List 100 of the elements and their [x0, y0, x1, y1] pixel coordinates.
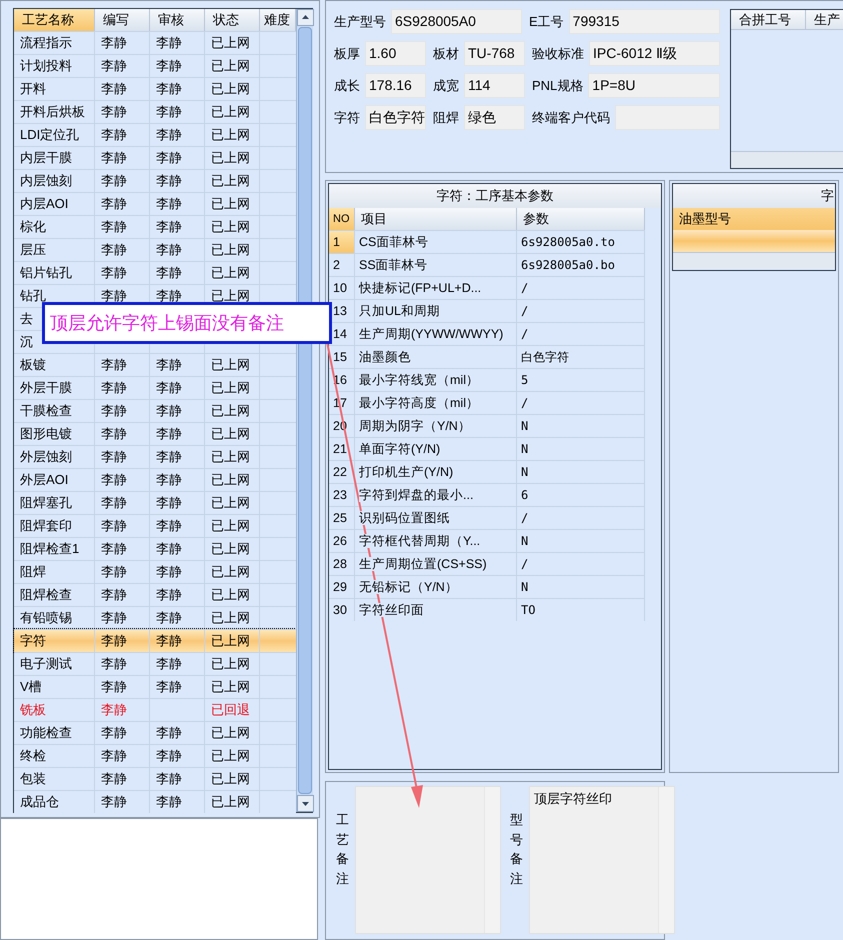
- field-label: E工号: [529, 12, 564, 31]
- table-row[interactable]: 29 无铅标记（Y/N） N: [329, 575, 645, 598]
- table-cell: 6s928005a0.bo: [517, 254, 645, 276]
- table-row[interactable]: 开料 李静 李静 已上网: [14, 77, 296, 100]
- column-header[interactable]: 合拼工号: [731, 10, 806, 29]
- table-row[interactable]: 包装 李静 李静 已上网: [14, 767, 296, 790]
- table-row[interactable]: 功能检查 李静 李静 已上网: [14, 721, 296, 744]
- table-row[interactable]: 阻焊检查1 李静 李静 已上网: [14, 537, 296, 560]
- table-cell: N: [517, 415, 645, 437]
- table-row[interactable]: 阻焊检查 李静 李静 已上网: [14, 583, 296, 606]
- column-header[interactable]: 审核: [150, 9, 205, 31]
- column-header[interactable]: 生产: [806, 10, 843, 29]
- table-row[interactable]: 内层干膜 李静 李静 已上网: [14, 146, 296, 169]
- table-cell: /: [517, 323, 645, 345]
- input-field[interactable]: 799315: [568, 9, 720, 34]
- table-row[interactable]: 17 最小字符高度（mil） /: [329, 391, 645, 414]
- table-cell: 5: [517, 369, 645, 391]
- table-row[interactable]: 1 CS面菲林号 6s928005a0.to: [329, 230, 645, 253]
- table-row[interactable]: 棕化 李静 李静 已上网: [14, 215, 296, 238]
- table-row[interactable]: 有铅喷锡 李静 李静 已上网: [14, 606, 296, 629]
- column-header[interactable]: 项目: [355, 208, 517, 230]
- table-row[interactable]: 铣板 李静 已回退: [14, 698, 296, 721]
- table-row[interactable]: 14 生产周期(YYWW/WWYY) /: [329, 322, 645, 345]
- table-cell: 生产周期(YYWW/WWYY): [359, 327, 504, 341]
- table-row[interactable]: 成品仓 李静 李静 已上网: [14, 790, 296, 813]
- input-field[interactable]: 178.16: [365, 73, 426, 98]
- table-cell: 字符到焊盘的最小...: [359, 488, 474, 502]
- table-row[interactable]: 计划投料 李静 李静 已上网: [14, 54, 296, 77]
- table-row[interactable]: 终检 李静 李静 已上网: [14, 744, 296, 767]
- column-header[interactable]: 状态: [205, 9, 260, 31]
- table-cell: 28: [329, 553, 355, 575]
- table-cell: 已上网: [205, 791, 260, 813]
- table-row[interactable]: 28 生产周期位置(CS+SS) /: [329, 552, 645, 575]
- table-cell: 23: [329, 484, 355, 506]
- table-cell: 6s928005a0.to: [517, 231, 645, 253]
- column-header[interactable]: 参数: [517, 208, 645, 230]
- table-row[interactable]: 图形电镀 李静 李静 已上网: [14, 422, 296, 445]
- table-row[interactable]: 2 SS面菲林号 6s928005a0.bo: [329, 253, 645, 276]
- table-row[interactable]: 阻焊塞孔 李静 李静 已上网: [14, 491, 296, 514]
- scrollbar[interactable]: [296, 9, 313, 812]
- column-header[interactable]: 工艺名称: [14, 9, 95, 31]
- table-row[interactable]: 23 字符到焊盘的最小... 6: [329, 483, 645, 506]
- table-row[interactable]: 铝片钻孔 李静 李静 已上网: [14, 261, 296, 284]
- scroll-down-icon[interactable]: [297, 795, 314, 812]
- horizontal-scrollbar[interactable]: [673, 252, 835, 269]
- column-header[interactable]: 油墨型号: [673, 208, 835, 230]
- table-row[interactable]: 层压 李静 李静 已上网: [14, 238, 296, 261]
- input-field[interactable]: 6S928005A0: [391, 9, 522, 34]
- input-field[interactable]: 114: [464, 73, 525, 98]
- input-field[interactable]: IPC-6012 Ⅱ级: [589, 41, 720, 66]
- table-cell: N: [517, 438, 645, 460]
- table-row[interactable]: 外层AOI 李静 李静 已上网: [14, 468, 296, 491]
- table-row[interactable]: 阻焊 李静 李静 已上网: [14, 560, 296, 583]
- notes-field[interactable]: 顶层字符丝印: [529, 786, 675, 934]
- table-row[interactable]: 25 识别码位置图纸 /: [329, 506, 645, 529]
- table-row[interactable]: 外层干膜 李静 李静 已上网: [14, 376, 296, 399]
- table-row[interactable]: [673, 230, 835, 252]
- table-row[interactable]: 板镀 李静 李静 已上网: [14, 353, 296, 376]
- table-row[interactable]: 流程指示 李静 李静 已上网: [14, 31, 296, 54]
- table-row[interactable]: 26 字符框代替周期（Y... N: [329, 529, 645, 552]
- input-field[interactable]: 1.60: [365, 41, 426, 66]
- table-cell: 2: [329, 254, 355, 276]
- field-label: 阻焊: [433, 108, 459, 127]
- table-cell: N: [517, 530, 645, 552]
- table-cell: 单面字符(Y/N): [359, 442, 440, 456]
- table-row[interactable]: V槽 李静 李静 已上网: [14, 675, 296, 698]
- column-header[interactable]: NO: [329, 208, 355, 230]
- table-row[interactable]: 10 快捷标记(FP+UL+D... /: [329, 276, 645, 299]
- table-row[interactable]: 开料后烘板 李静 李静 已上网: [14, 100, 296, 123]
- table-row[interactable]: LDI定位孔 李静 李静 已上网: [14, 123, 296, 146]
- table-cell: 快捷标记(FP+UL+D...: [359, 281, 482, 295]
- horizontal-scrollbar[interactable]: [731, 151, 843, 168]
- table-cell: /: [517, 277, 645, 299]
- table-cell: 1: [329, 231, 355, 253]
- column-header[interactable]: 难度: [260, 9, 296, 31]
- table-cell: N: [517, 576, 645, 598]
- input-field[interactable]: 绿色: [464, 105, 525, 130]
- table-row[interactable]: 内层蚀刻 李静 李静 已上网: [14, 169, 296, 192]
- table-row[interactable]: 干膜检查 李静 李静 已上网: [14, 399, 296, 422]
- column-header[interactable]: 编写: [95, 9, 150, 31]
- table-cell: 29: [329, 576, 355, 598]
- scroll-up-icon[interactable]: [297, 9, 314, 26]
- table-row[interactable]: 字符 李静 李静 已上网: [14, 629, 296, 652]
- table-row[interactable]: 21 单面字符(Y/N) N: [329, 437, 645, 460]
- input-field[interactable]: 白色字符: [365, 105, 426, 130]
- table-row[interactable]: 外层蚀刻 李静 李静 已上网: [14, 445, 296, 468]
- table-row[interactable]: 电子测试 李静 李静 已上网: [14, 652, 296, 675]
- table-row[interactable]: 内层AOI 李静 李静 已上网: [14, 192, 296, 215]
- table-cell: 油墨颜色: [359, 350, 411, 364]
- input-field[interactable]: TU-768: [464, 41, 525, 66]
- table-row[interactable]: 15 油墨颜色 白色字符: [329, 345, 645, 368]
- table-row[interactable]: 阻焊套印 李静 李静 已上网: [14, 514, 296, 537]
- input-field[interactable]: 1P=8U: [588, 73, 720, 98]
- table-row[interactable]: 13 只加UL和周期 /: [329, 299, 645, 322]
- table-cell: 26: [329, 530, 355, 552]
- table-cell: 李静: [150, 791, 205, 813]
- table-row[interactable]: 22 打印机生产(Y/N) N: [329, 460, 645, 483]
- notes-field[interactable]: [355, 786, 501, 934]
- table-row[interactable]: 30 字符丝印面 TO: [329, 598, 645, 621]
- field-label: 成长: [334, 76, 360, 95]
